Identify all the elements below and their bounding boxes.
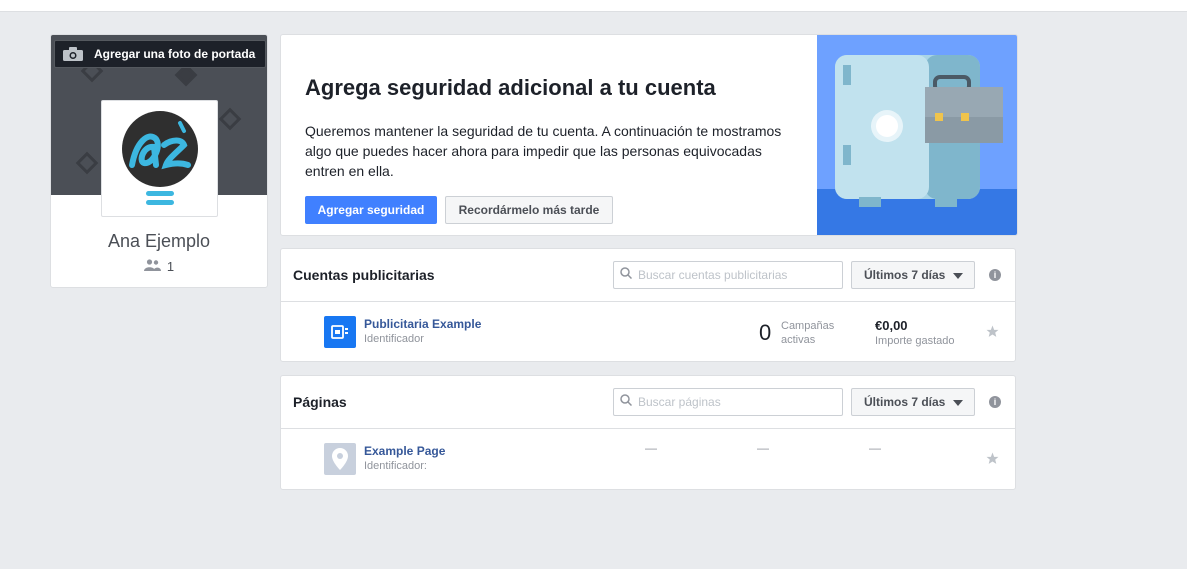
- page-metric-empty: —: [757, 441, 769, 455]
- active-campaigns-label-line2: activas: [781, 334, 816, 346]
- security-banner: Agrega seguridad adicional a tu cuenta Q…: [280, 34, 1018, 236]
- cover-decoration: [75, 151, 99, 175]
- avatar[interactable]: [101, 100, 218, 217]
- ad-accounts-range-dropdown[interactable]: Últimos 7 días: [851, 261, 975, 289]
- add-cover-photo-label: Agregar una foto de portada: [94, 47, 256, 61]
- page-metric-empty: —: [869, 441, 881, 455]
- pages-range-dropdown[interactable]: Últimos 7 días: [851, 388, 975, 416]
- range-label: Últimos 7 días: [864, 268, 946, 282]
- ad-accounts-search-input[interactable]: [638, 268, 828, 282]
- range-label: Últimos 7 días: [864, 395, 946, 409]
- avatar-logo: [121, 110, 198, 205]
- star-icon[interactable]: [986, 452, 999, 470]
- ad-account-icon: [324, 316, 356, 348]
- search-icon: [620, 393, 633, 411]
- pages-search-input[interactable]: [638, 395, 828, 409]
- ad-account-name[interactable]: Publicitaria Example: [364, 317, 481, 331]
- top-bar: [0, 0, 1187, 12]
- cover-decoration: [218, 107, 242, 131]
- page-row: Example Page Identificador: — — —: [281, 429, 1015, 489]
- info-icon[interactable]: i: [989, 269, 1001, 281]
- profile-card: Agregar una foto de portada Ana Ejemplo …: [50, 34, 268, 288]
- banner-title: Agrega seguridad adicional a tu cuenta: [305, 75, 716, 100]
- add-security-button[interactable]: Agregar seguridad: [305, 196, 437, 224]
- ad-account-id: Identificador: [364, 333, 424, 345]
- camera-icon: [63, 47, 83, 61]
- amount-spent: €0,00: [875, 318, 908, 333]
- friends-count[interactable]: 1: [51, 259, 267, 274]
- ad-account-row: Publicitaria Example Identificador 0 Cam…: [281, 302, 1015, 362]
- pages-panel: Páginas Últimos 7 días i Example Page Id…: [280, 375, 1016, 490]
- ad-accounts-panel: Cuentas publicitarias Últimos 7 días i P…: [280, 248, 1016, 362]
- safe-illustration: [817, 35, 1017, 235]
- page-name[interactable]: Example Page: [364, 444, 445, 458]
- caret-down-icon: [953, 268, 964, 282]
- profile-name[interactable]: Ana Ejemplo: [51, 231, 267, 252]
- banner-description: Queremos mantener la seguridad de tu cue…: [305, 123, 782, 179]
- page-id: Identificador:: [364, 460, 427, 472]
- active-campaigns-count: 0: [759, 320, 772, 345]
- pages-header: Páginas Últimos 7 días i: [281, 376, 1015, 429]
- ad-accounts-header: Cuentas publicitarias Últimos 7 días i: [281, 249, 1015, 302]
- page-metric-empty: —: [645, 441, 657, 455]
- pages-title: Páginas: [293, 394, 347, 410]
- info-icon[interactable]: i: [989, 396, 1001, 408]
- active-campaigns-label-line1: Campañas: [781, 320, 835, 332]
- friends-count-value: 1: [166, 259, 175, 274]
- pages-search[interactable]: [613, 388, 843, 416]
- active-campaigns-label: Campañas activas: [781, 319, 834, 347]
- ad-accounts-title: Cuentas publicitarias: [293, 267, 435, 283]
- amount-spent-label: Importe gastado: [875, 335, 955, 347]
- page-location-icon: [324, 443, 356, 475]
- ad-accounts-search[interactable]: [613, 261, 843, 289]
- caret-down-icon: [953, 395, 964, 409]
- star-icon[interactable]: [986, 325, 999, 343]
- remind-later-button[interactable]: Recordármelo más tarde: [445, 196, 613, 224]
- friends-icon: [143, 259, 161, 274]
- search-icon: [620, 266, 633, 284]
- add-cover-photo-button[interactable]: Agregar una foto de portada: [54, 40, 266, 68]
